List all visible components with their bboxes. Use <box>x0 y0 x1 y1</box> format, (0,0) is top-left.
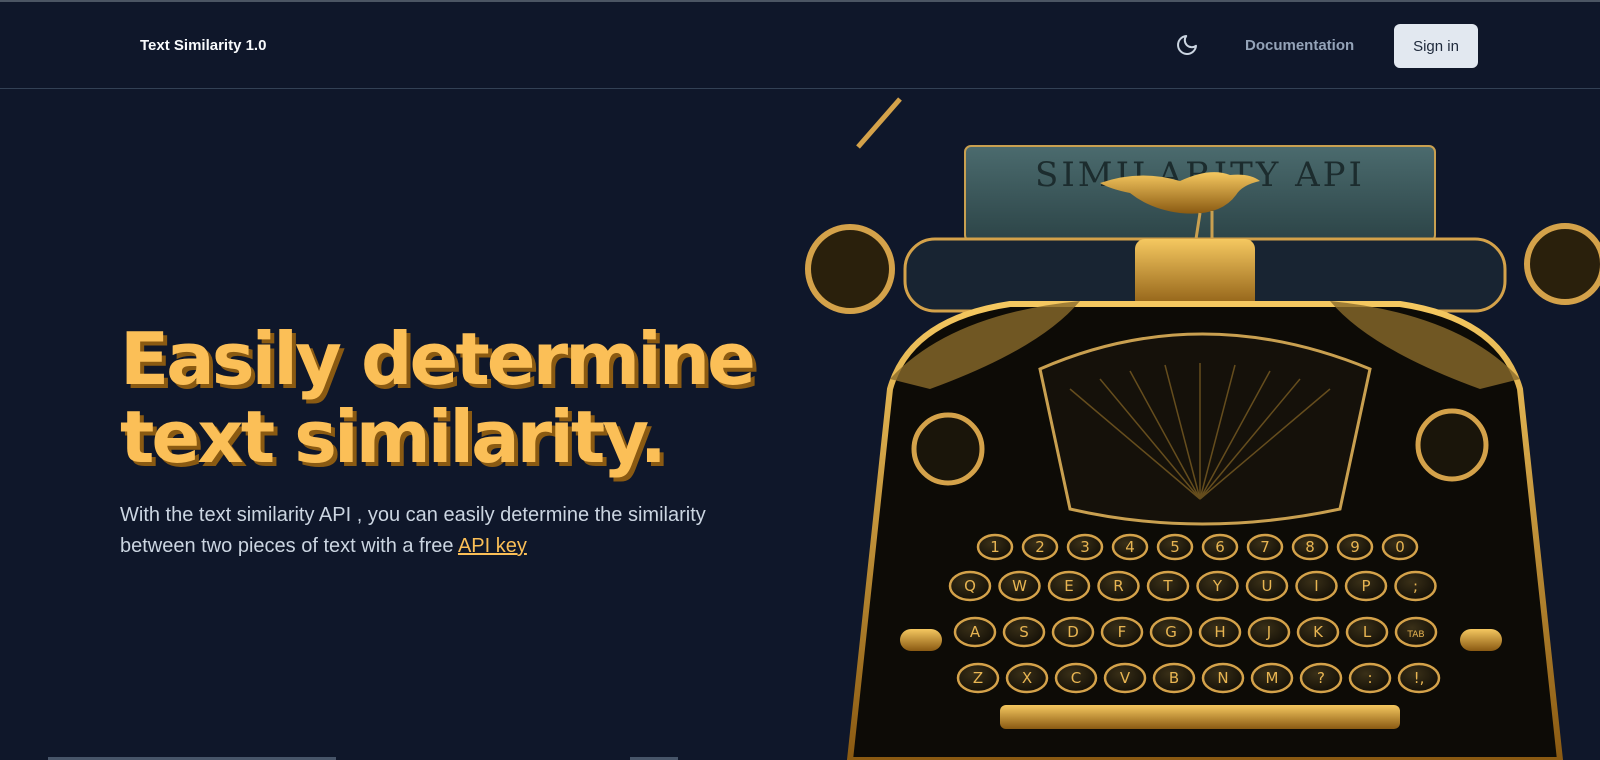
carriage-lever <box>856 97 902 149</box>
typewriter-key-label: W <box>1012 577 1027 595</box>
typewriter-key-label: N <box>1217 669 1228 687</box>
typewriter-key-label: TAB <box>1406 630 1424 640</box>
typewriter-key-label: I <box>1314 577 1318 595</box>
typewriter-key-label: 4 <box>1125 538 1135 556</box>
left-gauge <box>911 412 985 486</box>
typewriter-key-label: A <box>970 623 981 641</box>
typewriter-key-label: 6 <box>1215 538 1225 556</box>
typewriter-key-label: M <box>1266 669 1279 687</box>
typewriter-key-label: L <box>1363 623 1372 641</box>
typewriter-key-label: T <box>1162 577 1173 595</box>
typewriter-key-label: !, <box>1414 669 1425 687</box>
typewriter-key-label: P <box>1361 577 1370 595</box>
typewriter-key-label: 8 <box>1305 538 1315 556</box>
typewriter-key-label: H <box>1214 623 1225 641</box>
hero-headline: Easily determine text similarity. <box>120 317 756 479</box>
typewriter-key-label: 2 <box>1035 538 1045 556</box>
typewriter-key-label: Q <box>964 577 976 595</box>
left-knob <box>805 224 895 314</box>
documentation-link[interactable]: Documentation <box>1245 37 1354 54</box>
api-key-link[interactable]: API key <box>458 535 527 557</box>
typewriter-key-label: 0 <box>1395 538 1405 556</box>
typewriter-key-label: 1 <box>990 538 1000 556</box>
hero-description-text: With the text similarity API , you can e… <box>120 504 706 557</box>
typewriter-key-label: 9 <box>1350 538 1360 556</box>
typewriter-key-label: 3 <box>1080 538 1090 556</box>
space-bar <box>1000 705 1400 729</box>
navbar: Text Similarity 1.0 Documentation Sign i… <box>0 2 1600 89</box>
typewriter-key-label: F <box>1118 623 1127 641</box>
typewriter-key-label: ; <box>1413 577 1418 595</box>
typewriter-key-label: E <box>1064 577 1073 595</box>
typewriter-key-label: V <box>1120 669 1131 687</box>
sign-in-button[interactable]: Sign in <box>1394 24 1478 68</box>
typewriter-key-label: ? <box>1317 669 1325 687</box>
typewriter-key-label: R <box>1113 577 1123 595</box>
typewriter-key-label: K <box>1313 623 1324 641</box>
typewriter-key-label: 5 <box>1170 538 1180 556</box>
typewriter-key-label: D <box>1067 623 1079 641</box>
typewriter-image: SIMILARITY API 1 2 3 4 5 6 7 8 9 0Q W E R T Y U I P ;A S D F G… <box>805 97 1600 760</box>
typewriter-key-label: S <box>1019 623 1029 641</box>
brand-link[interactable]: Text Similarity 1.0 <box>140 37 266 54</box>
typewriter-key-label: U <box>1262 577 1273 595</box>
typewriter-key-label: J <box>1266 623 1271 641</box>
typewriter-key-label: X <box>1022 669 1032 687</box>
theme-toggle-button[interactable] <box>1170 28 1204 62</box>
right-gauge <box>1415 408 1489 482</box>
headline-line-1: Easily determine <box>120 317 756 401</box>
typewriter-key-label: Y <box>1212 577 1223 595</box>
typewriter-key-label: B <box>1169 669 1179 687</box>
typewriter-key-label: C <box>1071 669 1081 687</box>
right-knob <box>1524 223 1600 305</box>
typewriter-key-label: Z <box>973 669 983 687</box>
moon-icon <box>1177 35 1197 55</box>
hero-description: With the text similarity API , you can e… <box>120 500 760 562</box>
headline-line-2: text similarity. <box>120 395 667 479</box>
typewriter-key-label: : <box>1367 669 1372 687</box>
typewriter-key-label: 7 <box>1260 538 1270 556</box>
typewriter-key-label: G <box>1165 623 1177 641</box>
